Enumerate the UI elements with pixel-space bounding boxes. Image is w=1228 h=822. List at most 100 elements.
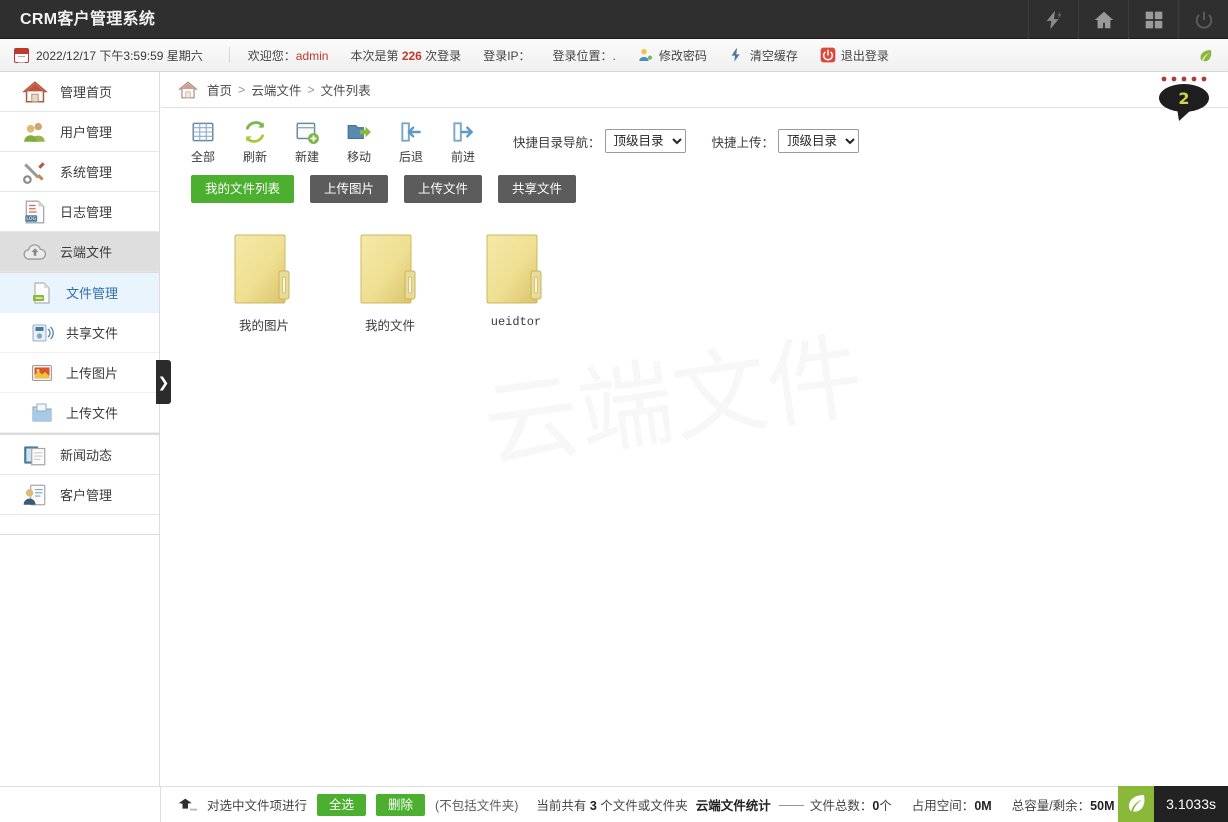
toolbar-button-all[interactable]: 全部 bbox=[177, 117, 229, 165]
bulk-action-note: (不包括文件夹) bbox=[435, 799, 519, 813]
logout-link[interactable]: 退出登录 bbox=[820, 47, 889, 64]
home-icon[interactable] bbox=[1078, 0, 1128, 39]
file-item[interactable]: ueidtor bbox=[453, 229, 579, 344]
power-icon[interactable] bbox=[1178, 0, 1228, 39]
top-header-bar: CRM客户管理系统 bbox=[0, 0, 1228, 39]
watermark-text: 云端文件 bbox=[477, 321, 869, 483]
quick-upload-select[interactable]: 顶级目录 bbox=[778, 129, 860, 153]
toolbar-button-forward[interactable]: 前进 bbox=[437, 117, 489, 165]
sidebar-item-label: 新闻动态 bbox=[60, 448, 113, 463]
folder-icon bbox=[485, 229, 547, 309]
file-item[interactable]: 我的文件 bbox=[327, 229, 453, 344]
sidebar-item-label: 系统管理 bbox=[60, 165, 113, 180]
select-all-button[interactable]: 全选 bbox=[317, 793, 367, 816]
user-info-bar: 2022/12/17 下午3:59:59 星期六 欢迎您：admin 本次是第 … bbox=[0, 39, 1228, 72]
used-space-value: 0M bbox=[974, 799, 992, 813]
file-total-stat: 文件总数：0个 bbox=[810, 795, 892, 814]
toolbar-button-new[interactable]: 新建 bbox=[281, 117, 333, 165]
breadcrumb-item-home[interactable]: 首页 bbox=[207, 80, 232, 99]
main-content-area: 云端文件 首页 > 云端文件 > 文件列表 bbox=[161, 72, 1228, 786]
sidebar-item-system[interactable]: 系统管理 bbox=[0, 152, 159, 192]
tab-share-file[interactable]: 共享文件 bbox=[498, 175, 577, 203]
lightning-icon bbox=[729, 47, 745, 63]
upload-image-icon bbox=[30, 361, 54, 385]
grid-all-icon bbox=[190, 119, 216, 145]
svg-text:LOG: LOG bbox=[26, 216, 36, 222]
folder-icon bbox=[359, 229, 421, 309]
stats-dash: —— bbox=[778, 797, 804, 812]
sidebar-bottom-spacer bbox=[0, 786, 161, 822]
customer-icon bbox=[22, 482, 48, 508]
sidebar-item-label: 文件管理 bbox=[66, 286, 119, 301]
current-datetime: 2022/12/17 下午3:59:59 星期六 bbox=[36, 48, 203, 63]
tools-icon bbox=[22, 159, 48, 185]
notification-badge[interactable]: 2 bbox=[1150, 74, 1214, 130]
news-icon bbox=[22, 442, 48, 468]
file-manage-icon bbox=[30, 281, 54, 305]
bulk-action-label: 对选中文件项进行 bbox=[207, 799, 308, 813]
users-icon bbox=[22, 119, 48, 145]
breadcrumb: 首页 > 云端文件 > 文件列表 bbox=[161, 72, 1228, 108]
toolbar-button-move[interactable]: 移动 bbox=[333, 117, 385, 165]
folder-icon bbox=[233, 229, 295, 309]
sidebar-item-home[interactable]: 管理首页 bbox=[0, 72, 159, 112]
sidebar-item-customer[interactable]: 客户管理 bbox=[0, 475, 159, 515]
upload-file-icon bbox=[30, 401, 54, 425]
toolbar-button-back[interactable]: 后退 bbox=[385, 117, 437, 165]
log-icon: LOG bbox=[22, 199, 48, 225]
stats-title: 云端文件统计 bbox=[695, 799, 771, 813]
file-name: 我的图片 bbox=[238, 319, 289, 333]
forward-icon bbox=[450, 119, 476, 145]
sidebar-item-upload-file[interactable]: 上传文件 bbox=[0, 393, 159, 433]
breadcrumb-item-cloud-files[interactable]: 云端文件 bbox=[251, 80, 301, 99]
used-space-stat: 占用空间：0M bbox=[912, 795, 992, 814]
back-icon bbox=[398, 119, 424, 145]
sidebar-item-label: 日志管理 bbox=[60, 205, 113, 220]
divider bbox=[228, 47, 230, 63]
power-icon bbox=[820, 47, 836, 63]
lightning-icon[interactable] bbox=[1028, 0, 1078, 39]
sidebar-item-share-file[interactable]: 共享文件 bbox=[0, 313, 159, 353]
sidebar-item-label: 客户管理 bbox=[60, 488, 113, 503]
application-root: CRM客户管理系统 2022/12/17 下午3:59:59 星期六 欢迎您：a… bbox=[0, 0, 1228, 822]
sidebar-item-label: 用户管理 bbox=[60, 125, 113, 140]
home-icon bbox=[177, 79, 199, 101]
tab-upload-file[interactable]: 上传文件 bbox=[404, 175, 483, 203]
tab-my-file-list[interactable]: 我的文件列表 bbox=[191, 175, 295, 203]
login-count: 本次是第 226 次登录 bbox=[350, 47, 461, 64]
execution-time-badge: 3.1033s bbox=[1118, 786, 1228, 822]
directory-nav-select[interactable]: 顶级目录 bbox=[604, 129, 686, 153]
login-ip-label: 登录IP： bbox=[483, 48, 531, 63]
login-count-suffix: 次登录 bbox=[421, 48, 462, 63]
change-password-link[interactable]: 修改密码 bbox=[638, 47, 707, 64]
sidebar-item-cloud-files[interactable]: 云端文件 bbox=[0, 232, 159, 272]
file-item[interactable]: 我的图片 bbox=[201, 229, 327, 344]
sidebar-item-users[interactable]: 用户管理 bbox=[0, 112, 159, 152]
breadcrumb-item-current: 文件列表 bbox=[320, 84, 371, 98]
toolbar-button-refresh[interactable]: 刷新 bbox=[229, 117, 281, 165]
delete-button[interactable]: 删除 bbox=[376, 793, 426, 816]
used-space-label: 占用空间： bbox=[911, 799, 975, 813]
tab-bar: 我的文件列表 上传图片 上传文件 共享文件 bbox=[161, 169, 1228, 203]
sidebar-item-file-manage[interactable]: 文件管理 bbox=[0, 273, 159, 313]
sidebar-item-news[interactable]: 新闻动态 bbox=[0, 435, 159, 475]
sidebar-collapse-toggle[interactable]: ❯ bbox=[156, 360, 171, 404]
up-arrow-icon[interactable] bbox=[177, 796, 199, 814]
share-file-icon bbox=[30, 321, 54, 345]
file-total-unit: 个 bbox=[879, 799, 892, 813]
sidebar-item-log[interactable]: LOG 日志管理 bbox=[0, 192, 159, 232]
welcome-text: 欢迎您：admin bbox=[248, 47, 329, 64]
file-name: ueidtor bbox=[490, 315, 542, 329]
login-count-prefix: 本次是第 bbox=[350, 48, 402, 63]
clear-cache-link[interactable]: 清空缓存 bbox=[729, 47, 798, 64]
sidebar-item-label: 云端文件 bbox=[60, 245, 113, 260]
toolbar-button-label: 移动 bbox=[346, 150, 371, 164]
sidebar-item-upload-image[interactable]: 上传图片 bbox=[0, 353, 159, 393]
app-brand-title: CRM客户管理系统 bbox=[20, 11, 156, 28]
change-password-label: 修改密码 bbox=[658, 48, 707, 63]
header-icon-group bbox=[1028, 0, 1228, 39]
notification-count: 2 bbox=[1178, 89, 1189, 108]
tab-upload-image[interactable]: 上传图片 bbox=[310, 175, 389, 203]
grid-icon[interactable] bbox=[1128, 0, 1178, 39]
refresh-icon bbox=[242, 119, 268, 145]
